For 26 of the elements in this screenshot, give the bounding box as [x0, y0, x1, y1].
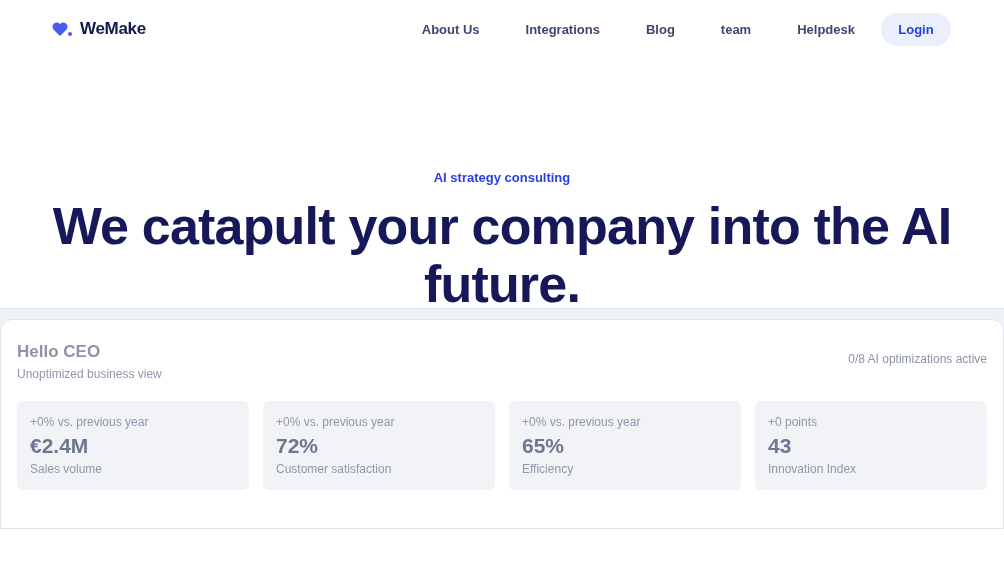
nav-link[interactable]: About Us	[421, 21, 480, 37]
metric-label: Innovation Index	[768, 462, 857, 476]
login-button[interactable]: Login	[881, 12, 951, 46]
nav-link[interactable]: team	[720, 21, 752, 37]
brand-name[interactable]: WeMake	[80, 19, 146, 39]
optimization-status: 0/8 AI optimizations active	[848, 352, 987, 366]
metric-value: 65%	[522, 434, 565, 458]
metric-change: +0% vs. previous year	[522, 415, 641, 429]
hero-eyebrow: AI strategy consulting	[433, 170, 571, 185]
metric-value: 72%	[276, 434, 319, 458]
metric-value: 43	[768, 434, 792, 458]
metric-change: +0 points	[768, 415, 818, 429]
nav-link[interactable]: Helpdesk	[797, 21, 855, 37]
nav-link[interactable]: Blog	[645, 21, 675, 37]
heart-logo-icon	[52, 21, 74, 37]
hero-headline: future.	[423, 255, 581, 313]
hero-headline: We catapult your company into the AI	[52, 197, 952, 255]
metric-value: €2.4M	[30, 434, 89, 458]
metric-label: Customer satisfaction	[276, 462, 392, 476]
metric-label: Sales volume	[30, 462, 103, 476]
metric-label: Efficiency	[522, 462, 574, 476]
dashboard-subtitle: Unoptimized business view	[17, 367, 162, 381]
nav-link[interactable]: Integrations	[525, 21, 600, 37]
metric-change: +0% vs. previous year	[30, 415, 149, 429]
metric-change: +0% vs. previous year	[276, 415, 395, 429]
greeting: Hello CEO	[17, 342, 102, 362]
